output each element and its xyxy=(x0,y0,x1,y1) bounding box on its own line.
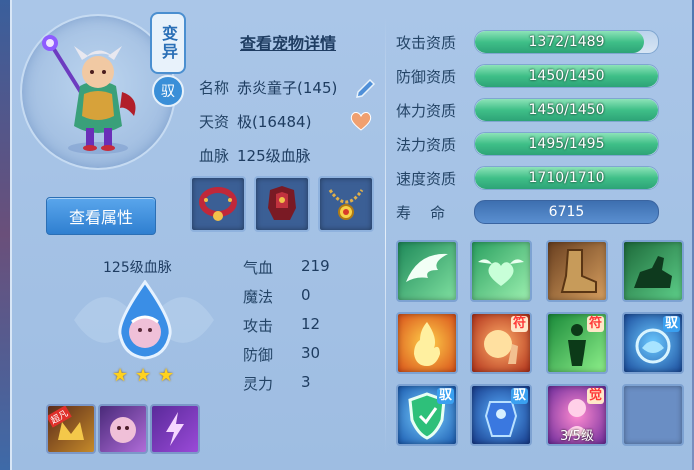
skill-slot-9[interactable]: 驭 xyxy=(396,384,458,446)
info-label-name: 名称 xyxy=(199,79,230,97)
attr-value-spirit: 3 xyxy=(301,373,311,391)
fire-icon xyxy=(414,322,440,366)
skill-slot-5[interactable] xyxy=(396,312,458,374)
bloodline-droplet-icon[interactable] xyxy=(110,279,180,360)
aptitude-text-stamina: 1450/1450 xyxy=(528,102,605,118)
attr-label-attack: 攻击 xyxy=(243,317,274,335)
aptitude-text-magic: 1495/1495 xyxy=(528,136,605,152)
equip-slot-collar[interactable] xyxy=(190,176,246,232)
pet-face-icon xyxy=(110,417,136,443)
skill-slot-7[interactable]: 符 xyxy=(546,312,608,374)
view-pet-details-link[interactable]: 查看宠物详情 xyxy=(240,30,336,54)
bloodline-mini-skill-3[interactable] xyxy=(150,404,200,454)
skill-tag: 符 xyxy=(586,316,604,332)
aptitude-label-defense: 防御资质 xyxy=(396,68,457,86)
attr-value-mp: 0 xyxy=(301,286,311,304)
view-attributes-button[interactable]: 查看属性 xyxy=(46,197,156,235)
skill-tag: 驭 xyxy=(436,388,454,404)
attr-label-spirit: 灵力 xyxy=(243,375,274,393)
skill-slot-11[interactable]: 觉 3/5级 xyxy=(546,384,608,446)
mount-badge: 驭 xyxy=(152,75,184,107)
bloodline-star-1: ★ xyxy=(112,365,129,386)
horse-rider-icon xyxy=(634,256,672,288)
lightning-icon xyxy=(166,412,184,446)
info-label-bloodline: 血脉 xyxy=(199,147,230,165)
skill-slot-10[interactable]: 驭 xyxy=(470,384,532,446)
boot-icon xyxy=(560,249,597,293)
heart-wings-icon xyxy=(478,259,524,286)
info-label-aptitude: 天资 xyxy=(199,113,230,131)
rename-pencil-icon[interactable] xyxy=(352,74,378,98)
aptitude-bar-defense: 1450/1450 xyxy=(474,64,659,88)
skill-slot-2[interactable] xyxy=(470,240,532,302)
pet-bloodline-value: 125级血脉 xyxy=(237,147,311,165)
pet-panel: 变异 驭 查看宠物详情 名称 赤炎童子(145) 天资 极(16484) 血脉 … xyxy=(0,0,694,470)
lifespan-value: 6715 xyxy=(548,204,585,220)
aptitude-label-attack: 攻击资质 xyxy=(396,34,457,52)
column-divider xyxy=(385,14,386,454)
bloodline-mini-skill-2[interactable] xyxy=(98,404,148,454)
aptitude-bar-attack: 1372/1489 xyxy=(474,30,659,54)
collar-icon xyxy=(199,187,237,221)
bloodline-mini-skill-1[interactable]: 超凡 xyxy=(46,404,96,454)
aptitude-text-attack: 1372/1489 xyxy=(528,34,605,50)
skill-tag: 符 xyxy=(510,316,528,332)
skill-slot-3[interactable] xyxy=(546,240,608,302)
skill-tag: 驭 xyxy=(510,388,528,404)
skill-slot-8[interactable]: 驭 xyxy=(622,312,684,374)
skill-tag: 觉 xyxy=(586,388,604,404)
pet-name-value: 赤炎童子(145) xyxy=(237,79,338,97)
skill-slot-1[interactable] xyxy=(396,240,458,302)
heart-icon[interactable] xyxy=(348,110,374,132)
aptitude-text-speed: 1710/1710 xyxy=(528,170,605,186)
skill-tag: 驭 xyxy=(662,316,680,332)
aptitude-text-defense: 1450/1450 xyxy=(528,68,605,84)
aptitude-label-speed: 速度资质 xyxy=(396,170,457,188)
aptitude-bar-stamina: 1450/1450 xyxy=(474,98,659,122)
attr-label-defense: 防御 xyxy=(243,346,274,364)
skill-slot-4[interactable] xyxy=(622,240,684,302)
attr-value-defense: 30 xyxy=(301,344,321,362)
lifespan-bar: 6715 xyxy=(474,200,659,224)
skill-level: 3/5级 xyxy=(560,429,594,444)
aptitude-bar-magic: 1495/1495 xyxy=(474,132,659,156)
attr-value-attack: 12 xyxy=(301,315,321,333)
attr-value-hp: 219 xyxy=(301,257,330,275)
mutation-badge: 变异 xyxy=(150,12,186,74)
equip-slot-armor[interactable] xyxy=(254,176,310,232)
aptitude-label-stamina: 体力资质 xyxy=(396,102,457,120)
wing-icon xyxy=(406,253,448,282)
pet-aptitude-value: 极(16484) xyxy=(237,113,312,131)
bloodline-star-3: ★ xyxy=(158,365,175,386)
skill-slot-6[interactable]: 符 xyxy=(470,312,532,374)
equip-slot-necklace[interactable] xyxy=(318,176,374,232)
necklace-icon xyxy=(328,189,364,220)
attr-label-hp: 气血 xyxy=(243,259,274,277)
bloodline-star-2: ★ xyxy=(135,365,152,386)
aptitude-bar-speed: 1710/1710 xyxy=(474,166,659,190)
aptitude-label-magic: 法力资质 xyxy=(396,136,457,154)
armor-icon xyxy=(268,186,296,220)
skill-slot-empty[interactable] xyxy=(622,384,684,446)
attr-label-mp: 魔法 xyxy=(243,288,274,306)
lifespan-label: 寿 命 xyxy=(396,204,446,222)
